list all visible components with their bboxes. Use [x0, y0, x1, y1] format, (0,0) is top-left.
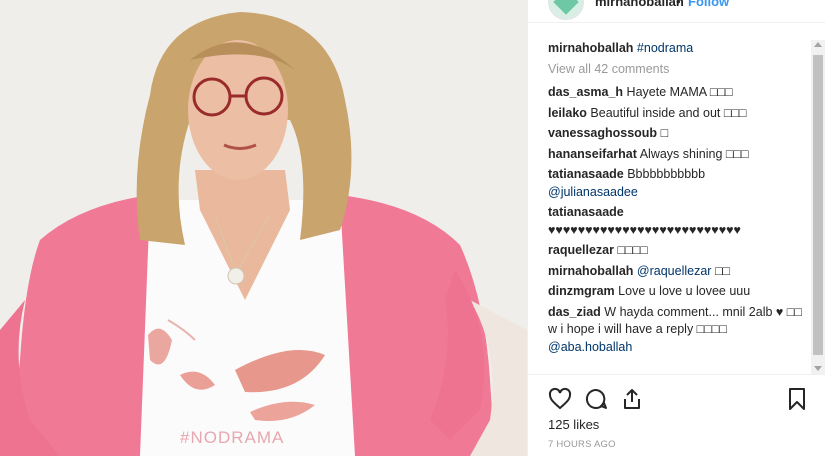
list-item: dinzmgram Love u love u lovee uuu [548, 283, 810, 301]
post-photo[interactable]: #NODRAMA [0, 0, 527, 456]
comment-username[interactable]: dinzmgram [548, 284, 615, 298]
comment-text: Hayete MAMA □□□ [626, 85, 733, 99]
post-actions: 125 likes 7 HOURS AGO [528, 374, 825, 457]
comment-text: ♥♥♥♥♥♥♥♥♥♥♥♥♥♥♥♥♥♥♥♥♥♥♥♥♥♥ [548, 222, 741, 237]
list-item: mirnahoballah @raquellezar □□ [548, 263, 810, 281]
comment-text: Love u love u lovee uuu [618, 284, 751, 298]
heart-icon[interactable] [548, 387, 572, 416]
comment-mention[interactable]: @raquellezar [637, 264, 712, 278]
caption: mirnahoballah #nodrama [548, 40, 810, 58]
post-side-panel: mirnahoballah • Follow mirnahoballah #no… [527, 0, 825, 456]
comment-username[interactable]: mirnahoballah [548, 264, 633, 278]
shirt-text: #NODRAMA [180, 428, 285, 447]
comment-username[interactable]: raquellezar [548, 243, 614, 257]
post-timestamp: 7 HOURS AGO [548, 439, 616, 450]
list-item: tatianasaade Bbbbbbbbbbb @julianasaadee [548, 166, 810, 201]
list-item: vanessaghossoub □ [548, 125, 810, 143]
avatar[interactable] [548, 0, 584, 20]
comment-icon[interactable] [584, 387, 608, 416]
caption-username[interactable]: mirnahoballah [548, 41, 633, 55]
comment-mention[interactable]: @julianasaadee [548, 185, 638, 199]
scroll-down-arrow-icon[interactable] [814, 366, 822, 371]
share-icon[interactable] [620, 387, 644, 416]
list-item: leilako Beautiful inside and out □□□ [548, 105, 810, 123]
post-header: mirnahoballah • Follow [528, 0, 825, 23]
caption-hashtag[interactable]: #nodrama [637, 41, 693, 55]
list-item: hananseifarhat Always shining □□□ [548, 146, 810, 164]
comment-username[interactable]: tatianasaade [548, 167, 624, 181]
follow-button[interactable]: Follow [688, 0, 729, 9]
comment-username[interactable]: vanessaghossoub [548, 126, 657, 140]
comment-text: Always shining □□□ [639, 146, 749, 161]
separator-dot: • [676, 0, 681, 9]
comment-username[interactable]: tatianasaade [548, 205, 624, 219]
comment-mention[interactable]: @aba.hoballah [548, 340, 632, 354]
list-item: raquellezar □□□□ [548, 242, 810, 260]
comment-text: Bbbbbbbbbbb [627, 167, 706, 181]
bookmark-icon[interactable] [786, 387, 808, 416]
comments-list[interactable]: mirnahoballah #nodrama View all 42 comme… [548, 40, 810, 372]
list-item: das_asma_h Hayete MAMA □□□ [548, 84, 810, 102]
comment-text: □□□□ [617, 243, 648, 257]
comment-username[interactable]: das_ziad [548, 305, 601, 319]
comment-username[interactable]: leilako [548, 106, 587, 120]
comment-text: □ [660, 126, 669, 140]
likes-count[interactable]: 125 likes [548, 417, 599, 432]
list-item: tatianasaade ♥♥♥♥♥♥♥♥♥♥♥♥♥♥♥♥♥♥♥♥♥♥♥♥♥♥ [548, 204, 810, 239]
list-item: das_ziad W hayda comment... mnil 2alb ♥ … [548, 304, 810, 357]
portrait-image [0, 0, 527, 456]
view-all-comments-link[interactable]: View all 42 comments [548, 61, 810, 79]
comment-username[interactable]: das_asma_h [548, 85, 623, 99]
comments-scrollbar[interactable] [811, 40, 825, 374]
comment-text: □□ [714, 263, 731, 278]
post-author-username[interactable]: mirnahoballah [595, 0, 684, 9]
scroll-up-arrow-icon[interactable] [814, 42, 822, 47]
comment-username[interactable]: hananseifarhat [548, 147, 637, 161]
comment-text: Beautiful inside and out □□□ [590, 105, 747, 120]
scrollbar-thumb[interactable] [813, 55, 823, 355]
